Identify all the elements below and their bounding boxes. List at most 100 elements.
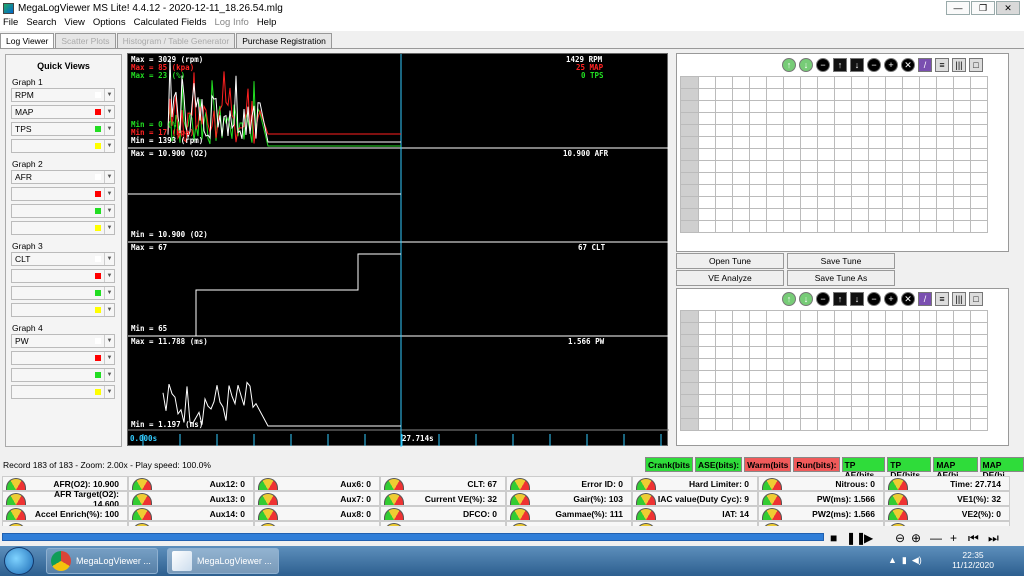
- table-cell[interactable]: [953, 358, 971, 371]
- refresh-up-icon[interactable]: ↑: [782, 58, 796, 72]
- table-cell[interactable]: [732, 220, 750, 233]
- save-tune-as-button[interactable]: Save Tune As: [787, 270, 895, 286]
- table-cell[interactable]: [902, 322, 920, 335]
- table-cell[interactable]: [953, 136, 971, 149]
- zoom-in-icon[interactable]: ⊕: [911, 531, 921, 545]
- table-cell[interactable]: [902, 310, 920, 323]
- gauge-cell[interactable]: Aux14: 0: [128, 506, 254, 521]
- table-cell[interactable]: [783, 418, 801, 431]
- table-cell[interactable]: [817, 148, 835, 161]
- clear-icon[interactable]: ✕: [901, 292, 915, 306]
- table-cell[interactable]: [766, 172, 784, 185]
- chevron-down-icon[interactable]: ▼: [104, 352, 114, 364]
- table-cell[interactable]: [783, 220, 801, 233]
- table-cell[interactable]: [732, 112, 750, 125]
- quick-view-select[interactable]: MAP ▼: [11, 105, 115, 119]
- table-cell[interactable]: [970, 406, 988, 419]
- table-cell[interactable]: [885, 148, 903, 161]
- gauge-cell[interactable]: Aux12: 0: [128, 476, 254, 491]
- taskbar-megalogviewer[interactable]: MegaLogViewer ...: [167, 548, 279, 574]
- edit-icon[interactable]: /: [918, 58, 932, 72]
- table-cell[interactable]: [698, 148, 716, 161]
- table-cell[interactable]: [817, 172, 835, 185]
- table-row-header[interactable]: [680, 418, 699, 431]
- arrow-up-icon[interactable]: ↑: [833, 292, 847, 306]
- table-cell[interactable]: [698, 76, 716, 89]
- table-cell[interactable]: [715, 76, 733, 89]
- table-cell[interactable]: [766, 124, 784, 137]
- table-cell[interactable]: [885, 172, 903, 185]
- table-row-header[interactable]: [680, 112, 699, 125]
- chevron-down-icon[interactable]: ▼: [104, 188, 114, 200]
- table-cell[interactable]: [885, 382, 903, 395]
- table-cell[interactable]: [749, 160, 767, 173]
- table-cell[interactable]: [902, 160, 920, 173]
- table-cell[interactable]: [970, 208, 988, 221]
- table-cell[interactable]: [902, 418, 920, 431]
- table-cell[interactable]: [851, 358, 869, 371]
- table-cell[interactable]: [766, 76, 784, 89]
- gauge-cell[interactable]: Nitrous: 0: [758, 476, 884, 491]
- table-cell[interactable]: [817, 220, 835, 233]
- table-row-header[interactable]: [680, 370, 699, 383]
- table-cell[interactable]: [919, 112, 937, 125]
- table-cell[interactable]: [817, 370, 835, 383]
- table-cell[interactable]: [885, 88, 903, 101]
- table-cell[interactable]: [800, 88, 818, 101]
- table-cell[interactable]: [851, 334, 869, 347]
- table-cell[interactable]: [715, 346, 733, 359]
- table-cell[interactable]: [715, 322, 733, 335]
- table-cell[interactable]: [715, 100, 733, 113]
- table-cell[interactable]: [783, 76, 801, 89]
- table-cell[interactable]: [783, 136, 801, 149]
- table-cell[interactable]: [817, 418, 835, 431]
- table-cell[interactable]: [953, 220, 971, 233]
- table-cell[interactable]: [698, 184, 716, 197]
- table-cell[interactable]: [953, 208, 971, 221]
- table-cell[interactable]: [783, 394, 801, 407]
- table-row-header[interactable]: [680, 136, 699, 149]
- table-cell[interactable]: [919, 406, 937, 419]
- table-cell[interactable]: [936, 148, 954, 161]
- table-cell[interactable]: [715, 160, 733, 173]
- table-cell[interactable]: [800, 148, 818, 161]
- table-cell[interactable]: [783, 196, 801, 209]
- table-cell[interactable]: [868, 394, 886, 407]
- columns-icon[interactable]: |||: [952, 58, 966, 72]
- table-cell[interactable]: [902, 124, 920, 137]
- table-cell[interactable]: [715, 88, 733, 101]
- table-cell[interactable]: [970, 184, 988, 197]
- table-cell[interactable]: [800, 418, 818, 431]
- table-cell[interactable]: [783, 160, 801, 173]
- series-color-swatch[interactable]: [95, 109, 101, 115]
- table-cell[interactable]: [749, 124, 767, 137]
- table-cell[interactable]: [919, 172, 937, 185]
- table-cell[interactable]: [919, 334, 937, 347]
- table-cell[interactable]: [800, 406, 818, 419]
- table-cell[interactable]: [817, 334, 835, 347]
- table-cell[interactable]: [715, 370, 733, 383]
- series-color-swatch[interactable]: [95, 389, 101, 395]
- edit-icon[interactable]: /: [918, 292, 932, 306]
- chevron-down-icon[interactable]: ▼: [104, 304, 114, 316]
- table-cell[interactable]: [732, 184, 750, 197]
- table-cell[interactable]: [851, 322, 869, 335]
- gauge-cell[interactable]: DutyCycle1: 3.7: [380, 521, 506, 526]
- table-cell[interactable]: [749, 148, 767, 161]
- table-cell[interactable]: [749, 418, 767, 431]
- ve-table-1[interactable]: [680, 76, 988, 233]
- table-cell[interactable]: [817, 88, 835, 101]
- gauge-cell[interactable]: PW(ms): 1.566: [758, 491, 884, 506]
- gauge-cell[interactable]: VE2(%): 0: [884, 506, 1010, 521]
- table-cell[interactable]: [885, 418, 903, 431]
- ve-analyze-button[interactable]: VE Analyze: [676, 270, 784, 286]
- table-cell[interactable]: [851, 346, 869, 359]
- table-cell[interactable]: [936, 346, 954, 359]
- table-cell[interactable]: [817, 124, 835, 137]
- table-cell[interactable]: [834, 394, 852, 407]
- chevron-down-icon[interactable]: ▼: [104, 335, 114, 347]
- table-cell[interactable]: [749, 100, 767, 113]
- table-cell[interactable]: [749, 406, 767, 419]
- quick-view-select[interactable]: ▼: [11, 204, 115, 218]
- minus-icon[interactable]: −: [816, 292, 830, 306]
